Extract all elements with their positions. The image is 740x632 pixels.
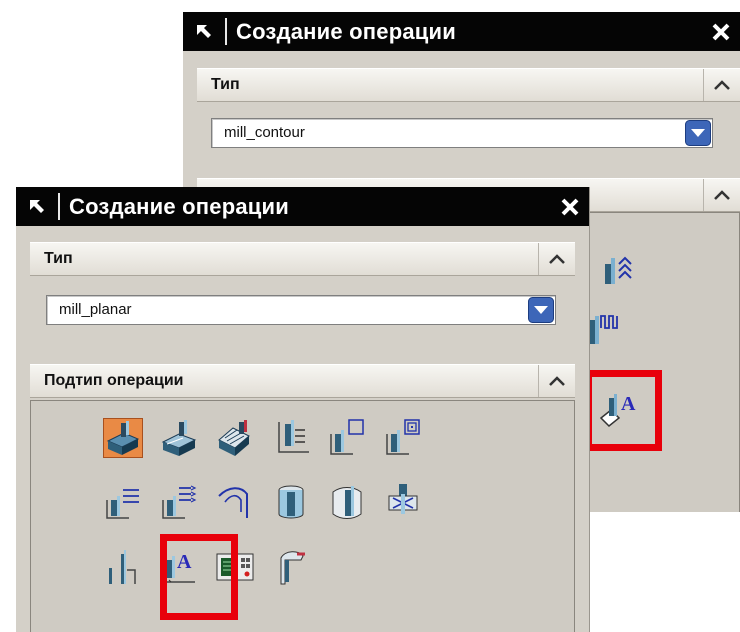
collapse-icon[interactable] — [538, 243, 575, 275]
front-title-bar[interactable]: Создание операции — [16, 187, 589, 226]
contour-surface-icon[interactable] — [327, 482, 367, 522]
zlevel-op-icon[interactable] — [595, 250, 635, 290]
pin-icon[interactable] — [16, 187, 58, 226]
close-icon[interactable] — [702, 12, 740, 51]
front-type-combobox[interactable]: mill_planar — [46, 295, 556, 325]
back-type-label: Тип — [211, 76, 240, 93]
front-create-operation-dialog: Создание операции Тип mill_planar Подтип… — [16, 187, 590, 632]
front-type-value: mill_planar — [59, 301, 132, 318]
back-type-combobox[interactable]: mill_contour — [211, 118, 713, 148]
rough-zigzag-icon[interactable] — [159, 482, 199, 522]
rest-milling-icon[interactable] — [215, 482, 255, 522]
front-subtype-section-header[interactable]: Подтип операции — [30, 364, 575, 398]
point-to-point-icon[interactable] — [103, 546, 143, 586]
cavity-mill-spiral-icon[interactable] — [383, 418, 423, 458]
back-highlight-box — [585, 370, 662, 451]
front-type-section-header[interactable]: Тип — [30, 242, 575, 276]
planar-mill-icon[interactable] — [215, 418, 255, 458]
face-milling-area-icon[interactable] — [103, 418, 143, 458]
title-separator — [225, 18, 227, 45]
back-dialog-title: Создание операции — [236, 19, 456, 44]
cavity-mill-icon[interactable] — [327, 418, 367, 458]
front-subtype-panel: A — [30, 400, 575, 632]
thread-milling-icon[interactable] — [383, 482, 423, 522]
front-dialog-title: Создание операции — [69, 194, 289, 219]
collapse-icon[interactable] — [538, 365, 575, 397]
close-icon[interactable] — [551, 187, 589, 226]
back-title-bar[interactable]: Создание операции — [183, 12, 740, 51]
profile-3d-icon[interactable] — [271, 482, 311, 522]
planar-profile-icon[interactable] — [271, 418, 311, 458]
collapse-icon[interactable] — [703, 179, 740, 211]
face-milling-icon[interactable] — [159, 418, 199, 458]
front-highlight-box — [160, 534, 238, 620]
title-separator — [58, 193, 60, 220]
front-type-label: Тип — [44, 250, 73, 267]
mill-user-icon[interactable] — [271, 546, 311, 586]
dropdown-arrow-icon[interactable] — [685, 120, 711, 146]
back-type-section-header[interactable]: Тип — [197, 68, 740, 102]
back-type-value: mill_contour — [224, 124, 305, 141]
collapse-icon[interactable] — [703, 69, 740, 101]
front-subtype-label: Подтип операции — [44, 372, 184, 389]
dropdown-arrow-icon[interactable] — [528, 297, 554, 323]
rough-follow-icon[interactable] — [103, 482, 143, 522]
pin-icon[interactable] — [183, 12, 225, 51]
